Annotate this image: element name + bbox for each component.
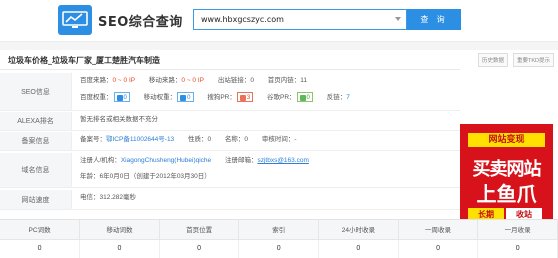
domain-label: 域名信息: [0, 153, 72, 187]
icp-review-value: -: [294, 136, 297, 143]
toolbar: 历史数据 重要TKD提示: [475, 53, 554, 67]
email-link[interactable]: szjtbxs@163.com: [257, 157, 308, 164]
search-input[interactable]: www.hbxgcszyc.com: [193, 9, 407, 30]
icp-review-label: 审核时间：: [261, 136, 295, 143]
inner-links-label: 首页内链：: [267, 77, 301, 84]
stats-header: 一月收录: [477, 220, 558, 240]
stats-header: 索引: [238, 220, 320, 240]
mobile-weight-badge[interactable]: 0: [177, 92, 194, 103]
ad-line-2: 上鱼爪: [476, 182, 537, 206]
info-table: SEO信息 百度来路：0 ~ 0 IP 移动来路：0 ~ 0 IP 出站链接：0…: [0, 69, 460, 210]
sogou-pr-label: 搜狗PR：: [207, 94, 236, 101]
sogou-pr-badge[interactable]: 3: [236, 92, 254, 103]
icp-row: 备案信息 备案号：鄂ICP备11002644号-13 性质：0 名称：0 审核时…: [0, 132, 460, 151]
backlinks-label: 反链：: [326, 94, 347, 101]
sogou-icon: [239, 94, 246, 101]
mobile-traffic-value: 0 ~ 0 IP: [181, 77, 204, 84]
baidu-traffic-value: 0 ~ 0 IP: [112, 77, 136, 84]
page-title: 垃圾车价格_垃圾车厂家_厦工楚胜汽车制造: [8, 56, 160, 65]
icp-label: 备案信息: [0, 132, 72, 150]
mobile-weight-label: 移动权重：: [143, 94, 177, 101]
stats-header: 一周收录: [398, 220, 479, 240]
top-header: SEO综合查询 www.hbxgcszyc.com 查 询: [0, 0, 558, 42]
baidu-traffic-label: 百度来路：: [80, 77, 113, 84]
alexa-text: 暂无排名或相关数据不充分: [80, 116, 158, 123]
logo[interactable]: [58, 5, 92, 35]
created-date: （创建于2012年03月30日）: [129, 173, 211, 180]
alexa-row: ALEXA排名 暂无排名或相关数据不充分: [0, 112, 460, 131]
paw-icon: [116, 94, 123, 101]
stats-header: 24小时收录: [318, 220, 399, 240]
registrant-label: 注册人/机构：: [80, 157, 121, 164]
baidu-weight-label: 百度权重：: [80, 94, 113, 101]
stats-header: 首页位置: [159, 220, 240, 240]
inner-links-value: 11: [300, 77, 307, 84]
speed-text: 电信：312.282毫秒: [80, 194, 136, 201]
tkd-tip-button[interactable]: 重要TKD提示: [512, 53, 554, 67]
history-data-button[interactable]: 历史数据: [478, 53, 509, 67]
age-label: 年龄：: [80, 173, 100, 180]
stats-table: PC词数 移动词数 首页位置 索引 24小时收录 一周收录 一月收录 0 0 0…: [0, 219, 558, 258]
icp-nature-label: 性质：: [187, 136, 208, 143]
stats-value: 0: [477, 239, 558, 258]
search-button[interactable]: 查 询: [407, 9, 461, 30]
registrant-link[interactable]: XiagongChusheng(Hubei)qiche: [121, 157, 211, 164]
chevron-down-icon[interactable]: [395, 17, 401, 21]
icp-nature-value: 0: [207, 136, 212, 143]
stats-value-row: 0 0 0 0 0 0 0: [0, 239, 558, 258]
age-value: 6年0月0日: [99, 173, 130, 180]
backlinks-value[interactable]: 7: [346, 94, 350, 101]
stats-header-row: PC词数 移动词数 首页位置 索引 24小时收录 一周收录 一月收录: [0, 220, 558, 240]
stats-value: 0: [159, 239, 240, 258]
seo-label: SEO信息: [0, 73, 72, 110]
stats-value: 0: [318, 239, 399, 258]
icp-number-label: 备案号：: [80, 136, 106, 143]
icp-number-link[interactable]: 鄂ICP备11002644号-13: [106, 136, 174, 143]
monitor-chart-icon: [62, 11, 88, 28]
baidu-weight-badge[interactable]: 0: [113, 92, 130, 103]
outlinks-label: 出站链接：: [217, 77, 251, 84]
paw-icon: [180, 94, 187, 101]
google-icon: [299, 94, 306, 101]
email-label: 注册邮箱：: [224, 157, 258, 164]
stats-value: 0: [398, 239, 479, 258]
stats-header: PC词数: [0, 220, 81, 240]
stats-header: 移动词数: [79, 220, 160, 240]
icp-name-value: 0: [244, 136, 249, 143]
ad-top-text: 网站变现: [468, 133, 545, 147]
google-pr-label: 谷歌PR：: [267, 94, 296, 101]
speed-row: 网站速度 电信：312.282毫秒: [0, 190, 460, 210]
speed-label: 网站速度: [0, 190, 72, 209]
icp-name-label: 名称：: [224, 136, 245, 143]
brand-title: SEO综合查询: [98, 15, 183, 30]
alexa-label: ALEXA排名: [0, 112, 72, 130]
domain-row: 域名信息 注册人/机构：XiagongChusheng(Hubei)qiche …: [0, 153, 460, 188]
stats-value: 0: [0, 239, 81, 258]
outlinks-value: 0: [250, 77, 254, 84]
mobile-traffic-label: 移动来路：: [148, 77, 182, 84]
stats-value: 0: [79, 239, 160, 258]
stats-value: 0: [238, 239, 320, 258]
seo-row: SEO信息 百度来路：0 ~ 0 IP 移动来路：0 ~ 0 IP 出站链接：0…: [0, 73, 460, 111]
google-pr-badge[interactable]: 0: [296, 92, 313, 103]
